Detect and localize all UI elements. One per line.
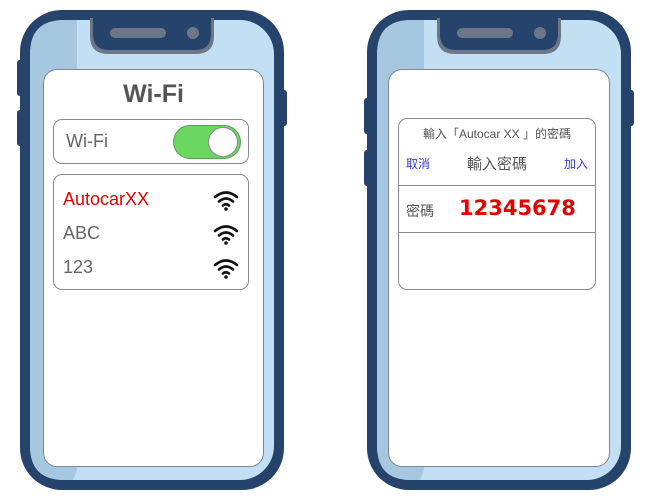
wifi-signal-icon xyxy=(213,191,239,211)
join-button[interactable]: 加入 xyxy=(564,155,588,172)
network-name: ABC xyxy=(63,223,101,243)
network-name: AutocarXX xyxy=(63,189,150,209)
password-dialog: 輸入「Autocar XX 」的密碼 取消 輸入密碼 加入 密碼 1234567… xyxy=(398,118,596,290)
wifi-signal-icon xyxy=(213,259,239,279)
dialog-prompt: 輸入「Autocar XX 」的密碼 xyxy=(422,127,572,141)
toggle-knob xyxy=(208,127,238,157)
password-field[interactable]: 密碼 12345678 xyxy=(399,185,595,233)
wifi-signal-icon xyxy=(213,225,239,245)
screen: Wi-Fi Wi-Fi AutocarXX ABC 123 xyxy=(43,69,264,467)
password-label: 密碼 xyxy=(406,203,434,219)
password-value: 12345678 xyxy=(459,196,576,220)
left-phone: Wi-Fi Wi-Fi AutocarXX ABC 123 xyxy=(17,10,287,490)
network-item-123[interactable]: 123 xyxy=(54,253,248,283)
page-title: Wi-Fi xyxy=(123,80,184,108)
wifi-toggle[interactable] xyxy=(173,125,241,159)
right-phone: 輸入「Autocar XX 」的密碼 取消 輸入密碼 加入 密碼 1234567… xyxy=(364,10,634,490)
wifi-toggle-row: Wi-Fi xyxy=(53,119,249,164)
wifi-toggle-label: Wi-Fi xyxy=(66,131,108,151)
network-item-autocarxx[interactable]: AutocarXX xyxy=(54,185,248,215)
screen: 輸入「Autocar XX 」的密碼 取消 輸入密碼 加入 密碼 1234567… xyxy=(388,69,610,467)
network-list: AutocarXX ABC 123 xyxy=(53,174,249,290)
network-item-abc[interactable]: ABC xyxy=(54,219,248,249)
network-name: 123 xyxy=(63,257,94,277)
